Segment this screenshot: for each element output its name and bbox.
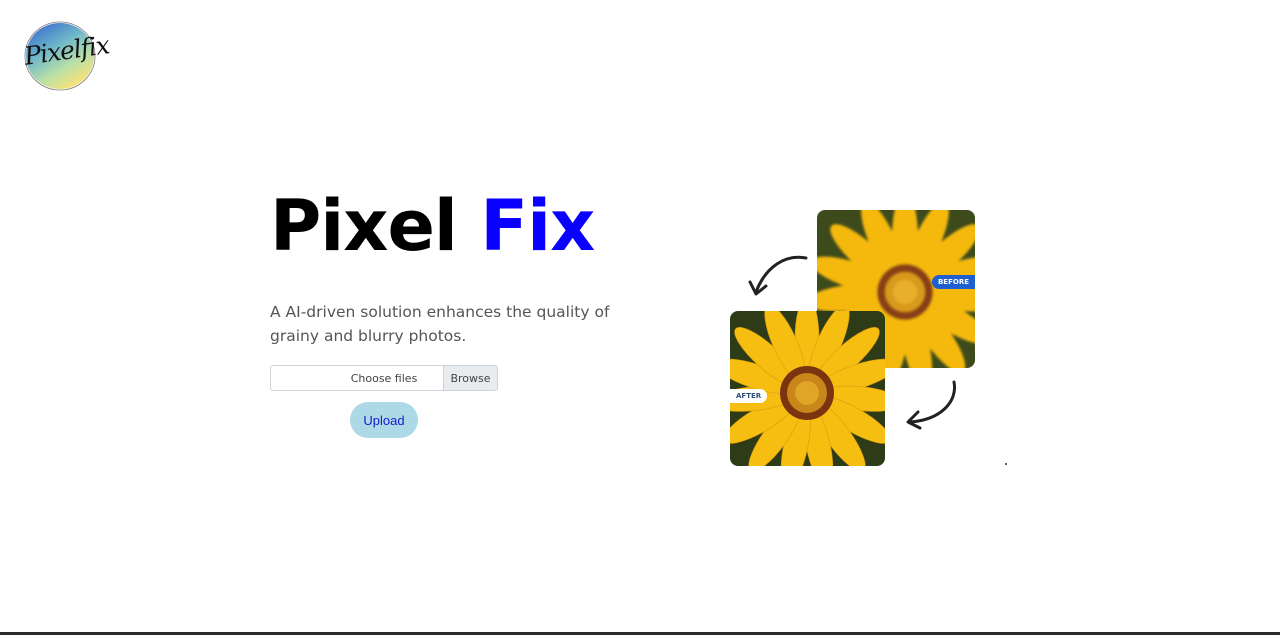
upload-button[interactable]: Upload (350, 402, 418, 438)
curved-arrow-icon (906, 380, 957, 430)
curved-arrow-icon (748, 255, 808, 296)
after-tag: AFTER (730, 389, 768, 403)
file-input[interactable]: Choose files Browse (270, 365, 498, 391)
hero-title-part2: Fix (480, 185, 595, 267)
pixelfix-logo[interactable]: Pixelfix (20, 18, 111, 94)
file-input-label[interactable]: Choose files (271, 366, 443, 390)
hero-description: A AI-driven solution enhances the qualit… (270, 303, 610, 345)
browse-button[interactable]: Browse (443, 366, 497, 390)
page: Pixelfix Pixel Fix A AI-driven solution … (0, 0, 1280, 635)
before-tag: BEFORE (931, 275, 975, 289)
after-photo: AFTER (730, 311, 885, 466)
hero-title-part1: Pixel (270, 185, 458, 267)
hero-title: Pixel Fix (270, 182, 595, 270)
stray-dot (1005, 463, 1007, 465)
